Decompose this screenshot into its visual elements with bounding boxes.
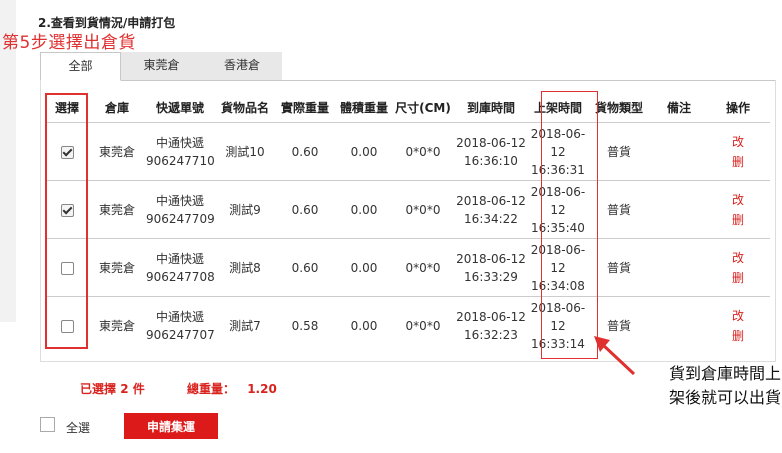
cell-item-name: 測試9	[214, 180, 276, 239]
col-header-actual-weight: 實際重量	[276, 92, 334, 123]
cell-arrival-time: 2018-06-12 16:33:29	[452, 238, 530, 297]
shelf-time-highlight	[541, 91, 598, 359]
edit-link[interactable]: 改	[706, 248, 770, 268]
arrival-clock: 16:34:22	[464, 211, 518, 226]
cell-actual-weight: 0.60	[276, 122, 334, 181]
cell-arrival-time: 2018-06-12 16:32:23	[452, 297, 530, 355]
courier-name: 中通快遞	[155, 135, 204, 150]
cell-volume-weight: 0.00	[334, 180, 394, 239]
tracking-number: 906247710	[146, 153, 215, 168]
cell-actions: 改删	[706, 180, 770, 239]
col-header-remark: 備注	[652, 92, 706, 123]
cell-tracking: 中通快遞 906247710	[146, 122, 215, 181]
arrival-clock: 16:32:23	[464, 327, 518, 342]
selected-summary: 已選擇 2 件	[80, 380, 145, 397]
edit-link[interactable]: 改	[706, 306, 770, 326]
total-weight-label: 總重量：	[187, 382, 236, 396]
apply-consolidation-button[interactable]: 申請集運	[124, 413, 218, 439]
table-row: 東莞倉 中通快遞 906247708 測試8 0.60 0.00 0*0*0 20…	[46, 238, 770, 297]
col-header-tracking: 快遞單號	[146, 92, 214, 123]
courier-name: 中通快遞	[155, 309, 204, 324]
cell-actual-weight: 0.60	[276, 238, 334, 297]
delete-link[interactable]: 删	[706, 326, 770, 346]
cell-tracking: 中通快遞 906247707	[146, 297, 215, 355]
step-annotation: 第5步選擇出倉貨	[2, 33, 136, 53]
cell-size: 0*0*0	[405, 318, 441, 333]
selected-label: 已選擇	[80, 382, 117, 396]
col-header-actions: 操作	[706, 92, 770, 123]
table-header-row: 選擇 倉庫 快遞單號 貨物品名 實際重量 體積重量 尺寸(CM) 到庫時間 上架…	[46, 92, 770, 123]
delete-link[interactable]: 删	[706, 268, 770, 288]
parcel-table: 選擇 倉庫 快遞單號 貨物品名 實際重量 體積重量 尺寸(CM) 到庫時間 上架…	[46, 92, 770, 354]
arrival-date: 2018-06-12	[456, 135, 526, 150]
cell-item-name: 測試8	[214, 238, 276, 297]
delete-link[interactable]: 删	[706, 210, 770, 230]
cell-size: 0*0*0	[394, 180, 452, 239]
selected-count: 2	[120, 382, 129, 396]
col-header-warehouse: 倉庫	[88, 92, 146, 123]
shelf-note-line1: 貨到倉庫時間上	[668, 364, 781, 383]
cell-actions: 改删	[706, 122, 770, 181]
cell-volume-weight: 0.00	[350, 318, 378, 333]
shelf-note-line2: 架後就可以出貨	[668, 388, 781, 407]
cell-size: 0*0*0	[394, 238, 452, 297]
arrival-date: 2018-06-12	[456, 309, 526, 324]
col-header-arrival-time: 到庫時間	[452, 92, 530, 123]
tab-hongkong[interactable]: 香港倉	[202, 52, 282, 80]
cell-warehouse: 東莞倉	[88, 122, 146, 181]
select-column-highlight	[45, 93, 88, 349]
cell-remark	[652, 180, 706, 239]
tracking-number: 906247708	[146, 269, 215, 284]
cell-item-name: 測試10	[214, 122, 276, 181]
selected-unit: 件	[132, 382, 145, 396]
tab-all[interactable]: 全部	[40, 52, 121, 81]
cell-warehouse: 東莞倉	[98, 318, 135, 333]
cell-warehouse: 東莞倉	[88, 180, 146, 239]
tracking-number: 906247709	[146, 211, 215, 226]
cell-actual-weight: 0.60	[276, 180, 334, 239]
shelf-note-annotation: 貨到倉庫時間上 架後就可以出貨	[631, 362, 781, 410]
cell-volume-weight: 0.00	[334, 122, 394, 181]
select-all-checkbox[interactable]	[40, 417, 55, 432]
tab-dongguan[interactable]: 東莞倉	[121, 52, 202, 80]
table-row: 東莞倉 中通快遞 906247707 測試7 0.58 0.00 0*0*0 20…	[46, 297, 770, 355]
table-row: 東莞倉 中通快遞 906247709 測試9 0.60 0.00 0*0*0 20…	[46, 180, 770, 239]
courier-name: 中通快遞	[155, 193, 204, 208]
cell-actions: 改删	[706, 238, 770, 297]
cell-tracking: 中通快遞 906247709	[146, 180, 215, 239]
select-all-label: 全選	[66, 421, 91, 435]
cell-arrival-time: 2018-06-12 16:36:10	[452, 122, 530, 181]
cell-tracking: 中通快遞 906247708	[146, 238, 215, 297]
cell-actions: 改删	[706, 297, 770, 355]
cell-remark	[652, 122, 706, 181]
table-row: 東莞倉 中通快遞 906247710 測試10 0.60 0.00 0*0*0 2…	[46, 122, 770, 181]
arrival-date: 2018-06-12	[456, 251, 526, 266]
warehouse-tabs: 全部 東莞倉 香港倉	[40, 52, 776, 81]
col-header-volume-weight: 體積重量	[334, 92, 394, 123]
tracking-number: 906247707	[146, 327, 215, 342]
arrival-clock: 16:36:10	[464, 153, 518, 168]
cell-size: 0*0*0	[394, 122, 452, 181]
delete-link[interactable]: 删	[706, 152, 770, 172]
courier-name: 中通快遞	[155, 251, 204, 266]
arrival-clock: 16:33:29	[464, 269, 518, 284]
col-header-item-name: 貨物品名	[214, 92, 276, 123]
cell-warehouse: 東莞倉	[88, 238, 146, 297]
edit-link[interactable]: 改	[706, 132, 770, 152]
total-weight-value: 1.20	[247, 382, 277, 396]
cell-item-name: 測試7	[229, 318, 261, 333]
cell-remark	[652, 238, 706, 297]
col-header-size: 尺寸(CM)	[394, 92, 452, 123]
cell-volume-weight: 0.00	[334, 238, 394, 297]
arrival-date: 2018-06-12	[456, 193, 526, 208]
cell-actual-weight: 0.58	[291, 318, 319, 333]
total-weight-summary: 總重量： 1.20	[187, 380, 277, 397]
cell-arrival-time: 2018-06-12 16:34:22	[452, 180, 530, 239]
cell-remark	[652, 297, 706, 355]
edit-link[interactable]: 改	[706, 190, 770, 210]
